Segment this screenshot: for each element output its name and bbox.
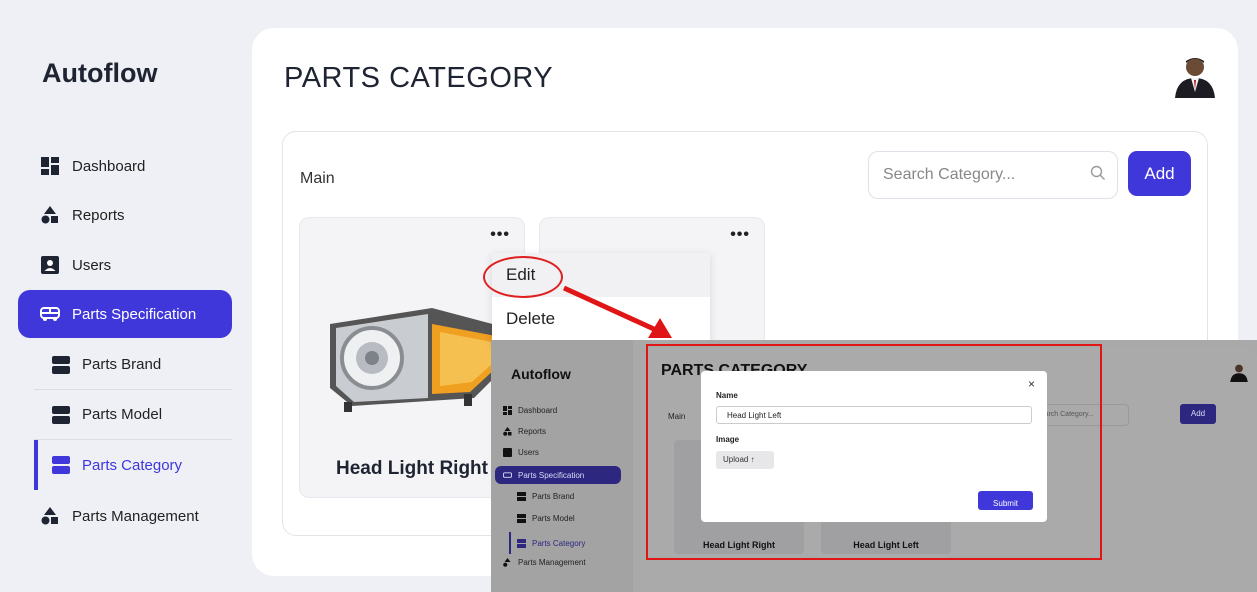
shot-nav-reports: Reports	[503, 427, 546, 436]
brand-logo: Autoflow	[42, 58, 158, 88]
layers-icon	[517, 514, 526, 523]
sidebar-item-parts-category[interactable]: Parts Category	[34, 440, 232, 490]
search-box[interactable]	[868, 151, 1118, 199]
layers-icon	[517, 492, 526, 501]
sidebar-item-label: Users	[72, 256, 112, 274]
layers-icon	[52, 355, 70, 374]
user-icon	[40, 255, 60, 275]
sidebar-item-users[interactable]: Users	[18, 241, 232, 289]
sidebar-item-parts-management[interactable]: Parts Management	[18, 492, 232, 540]
shot-brand: Autoflow	[511, 366, 571, 382]
shot-nav-parts-category: Parts Category	[509, 532, 585, 554]
dashboard-icon	[503, 406, 512, 415]
sidebar-item-reports[interactable]: Reports	[18, 191, 232, 239]
shot-nav-label: Dashboard	[518, 406, 558, 415]
layers-icon	[52, 456, 70, 474]
shot-nav-label: Parts Model	[532, 514, 575, 523]
page-title: PARTS CATEGORY	[284, 62, 554, 94]
shot-nav-label: Parts Brand	[532, 492, 575, 501]
shot-nav-parts-management: Parts Management	[503, 558, 586, 567]
highlight-box	[646, 344, 1102, 560]
shot-nav-dashboard: Dashboard	[503, 406, 557, 415]
add-button[interactable]: Add	[1128, 151, 1191, 196]
sidebar-item-parts-brand[interactable]: Parts Brand	[34, 340, 232, 390]
shot-nav-label: Parts Specification	[518, 470, 585, 480]
search-input[interactable]	[883, 166, 1090, 184]
sidebar-item-label: Parts Model	[82, 406, 163, 423]
layers-icon	[517, 538, 526, 548]
headlight-image	[330, 308, 500, 412]
sidebar-item-label: Parts Specification	[72, 305, 197, 323]
shot-nav-label: Users	[518, 448, 539, 457]
dashboard-icon	[40, 156, 60, 176]
shot-nav-users: Users	[503, 448, 539, 457]
arrow-icon	[562, 285, 672, 338]
panel-label: Main	[300, 170, 335, 187]
avatar[interactable]	[1172, 52, 1218, 98]
search-icon[interactable]	[1090, 165, 1106, 186]
shot-nav-label: Parts Category	[532, 538, 586, 548]
shapes-icon	[503, 558, 512, 567]
car-icon	[40, 304, 60, 324]
shot-nav-parts-specification: Parts Specification	[495, 466, 621, 484]
sidebar-item-dashboard[interactable]: Dashboard	[18, 142, 232, 190]
shot-nav-label: Reports	[518, 427, 547, 436]
shot-nav-label: Parts Management	[518, 558, 586, 567]
sidebar-item-label: Parts Management	[72, 507, 199, 525]
user-icon	[503, 448, 512, 457]
sidebar-item-label: Dashboard	[72, 157, 146, 175]
sidebar: Autoflow Dashboard Reports Users Parts S…	[0, 0, 250, 592]
shot-add-button: Add	[1180, 404, 1216, 424]
shot-nav-parts-model: Parts Model	[517, 514, 575, 523]
more-options-icon[interactable]: •••	[730, 226, 750, 244]
sidebar-item-label: Parts Brand	[82, 356, 162, 373]
shot-nav-parts-brand: Parts Brand	[517, 492, 574, 501]
reports-icon	[503, 427, 512, 436]
sidebar-item-parts-specification[interactable]: Parts Specification	[18, 290, 232, 338]
sidebar-item-label: Reports	[72, 206, 125, 224]
sidebar-item-parts-model[interactable]: Parts Model	[34, 390, 232, 440]
more-options-icon[interactable]: •••	[490, 226, 510, 244]
shapes-icon	[40, 506, 60, 526]
avatar	[1230, 364, 1248, 382]
highlight-circle	[483, 256, 563, 298]
car-icon	[503, 471, 512, 480]
reports-icon	[40, 205, 60, 225]
layers-icon	[52, 405, 70, 424]
sidebar-item-label: Parts Category	[82, 456, 183, 474]
